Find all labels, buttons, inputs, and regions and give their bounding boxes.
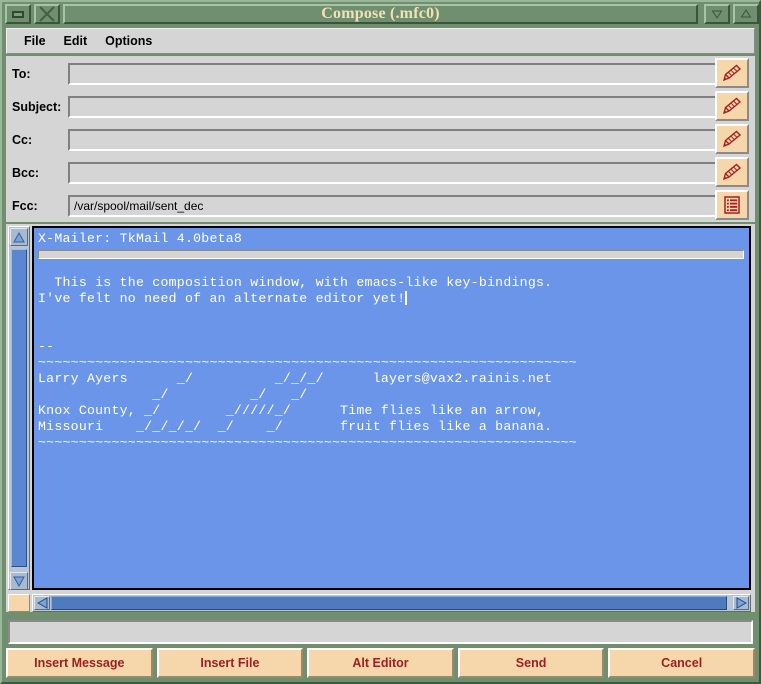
scroll-left-button[interactable] (34, 596, 50, 610)
to-label: To: (6, 67, 68, 81)
message-textarea[interactable]: X-Mailer: TkMail 4.0beta8 This is the co… (32, 226, 751, 590)
insert-file-button[interactable]: Insert File (157, 648, 304, 678)
body-line-2: I've felt no need of an alternate editor… (38, 291, 747, 307)
menu-item-file[interactable]: File (15, 31, 55, 51)
minimize-icon (12, 11, 24, 18)
field-row-cc: Cc: (6, 127, 755, 153)
scroll-down-button[interactable] (10, 572, 28, 590)
mailer-header-line: X-Mailer: TkMail 4.0beta8 (38, 231, 747, 247)
list-icon (721, 195, 743, 215)
fcc-input[interactable]: /var/spool/mail/sent_dec (68, 195, 745, 217)
minimize-button[interactable] (5, 4, 31, 24)
page-title: Compose (.mfc0) (321, 5, 440, 23)
signature-sep-dashes: -- (38, 339, 747, 355)
status-bar (8, 620, 753, 644)
menu-item-options[interactable]: Options (96, 31, 161, 51)
alt-editor-button[interactable]: Alt Editor (307, 648, 454, 678)
field-row-subject: Subject: (6, 94, 755, 120)
fcc-folder-list-button[interactable] (715, 190, 749, 220)
triangle-down-icon (13, 576, 25, 587)
close-icon (39, 6, 55, 22)
horizontal-scrollbar[interactable] (32, 594, 751, 612)
menu-item-edit[interactable]: Edit (55, 31, 97, 51)
pencil-icon (721, 129, 743, 149)
signature-line-county: Knox County, _/ _/////_/ Time flies like… (38, 403, 747, 419)
triangle-down-icon (711, 8, 723, 20)
signature-rule-bottom: ~~~~~~~~~~~~~~~~~~~~~~~~~~~~~~~~~~~~~~~~… (38, 435, 747, 451)
subject-label: Subject: (6, 100, 68, 114)
vertical-scrollbar[interactable] (8, 226, 30, 590)
subject-edit-button[interactable] (715, 91, 749, 121)
triangle-left-icon (37, 597, 48, 609)
field-row-bcc: Bcc: (6, 160, 755, 186)
cc-input[interactable] (68, 129, 745, 151)
subject-input[interactable] (68, 96, 745, 118)
bcc-address-book-button[interactable] (715, 157, 749, 187)
cc-address-book-button[interactable] (715, 124, 749, 154)
shade-up-button[interactable] (733, 4, 759, 24)
text-cursor (405, 291, 407, 305)
triangle-right-icon (736, 597, 747, 609)
scrollbar-corner (8, 594, 30, 612)
scroll-right-button[interactable] (733, 596, 749, 610)
fcc-label: Fcc: (6, 199, 68, 213)
signature-line-name: Larry Ayers _/ _/_/_/ layers@vax2.rainis… (38, 371, 747, 387)
header-fields: To: Subject: (6, 56, 755, 222)
triangle-up-icon (740, 8, 752, 20)
signature-line-art: _/ _/ _/ (38, 387, 747, 403)
menu-bar: File Edit Options (6, 28, 755, 54)
to-input[interactable] (68, 63, 745, 85)
bcc-label: Bcc: (6, 166, 68, 180)
signature-rule-top: ~~~~~~~~~~~~~~~~~~~~~~~~~~~~~~~~~~~~~~~~… (38, 355, 747, 371)
field-row-to: To: (6, 61, 755, 87)
editor-area: X-Mailer: TkMail 4.0beta8 This is the co… (6, 224, 755, 612)
field-row-fcc: Fcc: /var/spool/mail/sent_dec (6, 193, 755, 219)
to-address-book-button[interactable] (715, 58, 749, 88)
action-button-bar: Insert Message Insert File Alt Editor Se… (6, 648, 755, 678)
close-button[interactable] (34, 4, 60, 24)
pencil-icon (721, 162, 743, 182)
pencil-icon (721, 96, 743, 116)
compose-window: Compose (.mfc0) File Edit Options To: (0, 0, 761, 684)
bcc-input[interactable] (68, 162, 745, 184)
send-button[interactable]: Send (458, 648, 605, 678)
horizontal-scroll-thumb[interactable] (51, 596, 727, 610)
window-title-area: Compose (.mfc0) (63, 4, 698, 24)
signature-line-state: Missouri _/_/_/_/ _/ _/ fruit flies like… (38, 419, 747, 435)
body-line-1: This is the composition window, with ema… (38, 275, 747, 291)
insert-message-button[interactable]: Insert Message (6, 648, 153, 678)
pencil-icon (721, 63, 743, 83)
cc-label: Cc: (6, 133, 68, 147)
vertical-scroll-thumb[interactable] (11, 249, 27, 567)
scroll-up-button[interactable] (10, 228, 28, 246)
header-body-separator (38, 250, 744, 259)
triangle-up-icon (13, 232, 25, 243)
title-bar: Compose (.mfc0) (2, 2, 759, 26)
cancel-button[interactable]: Cancel (608, 648, 755, 678)
shade-down-button[interactable] (704, 4, 730, 24)
